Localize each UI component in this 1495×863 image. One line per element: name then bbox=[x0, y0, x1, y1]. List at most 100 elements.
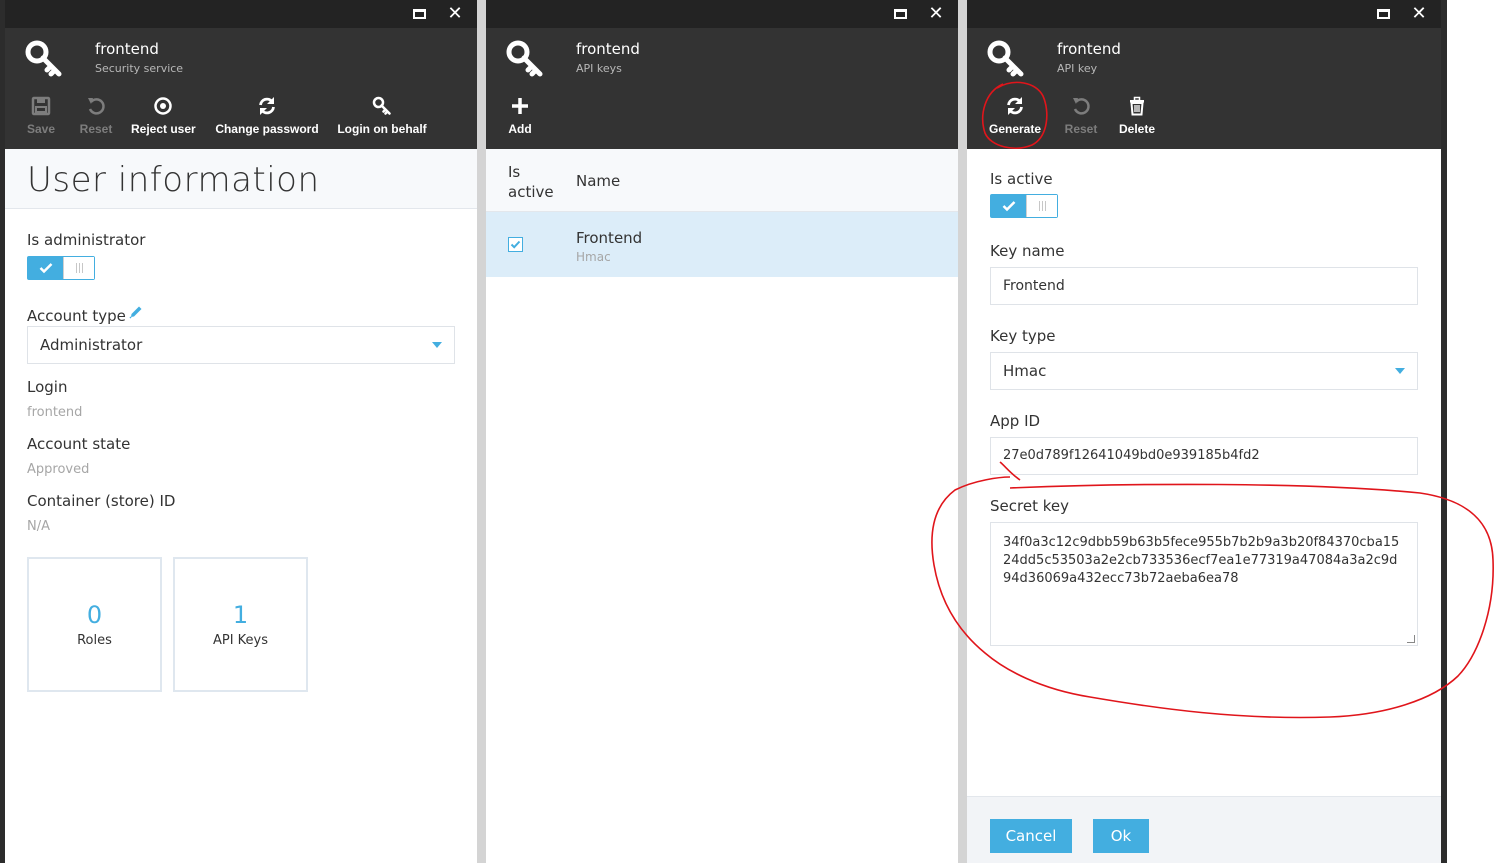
maximize-button[interactable] bbox=[1373, 4, 1393, 24]
refresh-icon bbox=[259, 97, 275, 115]
save-label: Save bbox=[26, 122, 56, 136]
delete-label: Delete bbox=[1118, 122, 1156, 136]
blade-content: Is active Key name Frontend Key type Hma… bbox=[967, 149, 1441, 863]
blade-title: frontend bbox=[95, 40, 159, 58]
row-name: Frontend bbox=[576, 229, 643, 247]
login-value: frontend bbox=[27, 405, 83, 420]
blade-toolbar: Generate Reset Delete bbox=[967, 90, 1441, 149]
account-type-select[interactable]: Administrator bbox=[27, 326, 455, 364]
blade-topbar: ✕ bbox=[486, 0, 958, 28]
undo-icon bbox=[1073, 98, 1090, 115]
roles-tile[interactable]: 0 Roles bbox=[27, 557, 162, 692]
delete-button[interactable]: Delete bbox=[1115, 96, 1159, 136]
blade-separator bbox=[958, 0, 967, 863]
target-icon bbox=[154, 97, 172, 115]
blade-header: frontend API keys bbox=[486, 28, 958, 90]
container-id-value: N/A bbox=[27, 519, 50, 534]
is-active-toggle[interactable] bbox=[990, 194, 1058, 218]
blade-header: frontend API key bbox=[967, 28, 1441, 90]
blade-toolbar: Save Reset Reject user Change password L… bbox=[5, 90, 477, 149]
page-title: User information bbox=[5, 149, 477, 209]
reset-label: Reset bbox=[79, 122, 113, 136]
column-header-name[interactable]: Name bbox=[576, 172, 620, 190]
is-administrator-toggle[interactable] bbox=[27, 256, 95, 280]
ok-button[interactable]: Ok bbox=[1093, 819, 1149, 853]
key-name-field[interactable]: Frontend bbox=[990, 267, 1418, 305]
close-button[interactable]: ✕ bbox=[926, 4, 946, 24]
generate-label: Generate bbox=[988, 122, 1042, 136]
key-icon bbox=[506, 40, 543, 77]
reset-button[interactable]: Reset bbox=[75, 96, 117, 136]
reject-user-button[interactable]: Reject user bbox=[131, 96, 196, 136]
refresh-icon bbox=[1007, 97, 1023, 115]
maximize-button[interactable] bbox=[409, 4, 429, 24]
maximize-icon bbox=[893, 8, 907, 19]
close-icon: ✕ bbox=[1411, 3, 1427, 24]
chevron-down-icon bbox=[1395, 368, 1405, 374]
save-icon bbox=[31, 96, 51, 116]
maximize-icon bbox=[412, 8, 426, 19]
api-keys-tile[interactable]: 1 API Keys bbox=[173, 557, 308, 692]
reset-button[interactable]: Reset bbox=[1060, 96, 1102, 136]
save-button[interactable]: Save bbox=[21, 96, 61, 136]
blade-api-keys: ✕ frontend API keys Add Is active Name F… bbox=[486, 0, 958, 863]
account-type-value: Administrator bbox=[40, 336, 143, 354]
reset-label: Reset bbox=[1064, 122, 1098, 136]
close-icon: ✕ bbox=[447, 3, 463, 24]
is-administrator-label: Is administrator bbox=[27, 231, 146, 249]
is-active-checkbox[interactable] bbox=[508, 237, 523, 252]
app-id-field[interactable]: 27e0d789f12641049bd0e939185b4fd2 bbox=[990, 437, 1418, 475]
blade-security-service: ✕ frontend Security service Save Reset R… bbox=[0, 0, 477, 863]
stage: ✕ frontend Security service Save Reset R… bbox=[0, 0, 1495, 863]
account-state-label: Account state bbox=[27, 435, 131, 453]
grid-header: Is active Name bbox=[486, 149, 958, 212]
key-icon bbox=[987, 40, 1024, 77]
is-active-label: Is active bbox=[990, 170, 1053, 188]
account-state-value: Approved bbox=[27, 462, 90, 477]
resize-handle-icon[interactable] bbox=[1407, 635, 1415, 643]
trash-icon bbox=[1130, 96, 1144, 116]
maximize-icon bbox=[1376, 8, 1390, 19]
blade-header: frontend Security service bbox=[5, 28, 477, 90]
table-row[interactable]: Frontend Hmac bbox=[486, 212, 958, 277]
column-header-is-active[interactable]: Is active bbox=[508, 162, 558, 202]
change-password-button[interactable]: Change password bbox=[215, 96, 319, 136]
blade-content: Is active Name Frontend Hmac bbox=[486, 149, 958, 863]
key-icon bbox=[372, 96, 391, 115]
secret-key-textarea[interactable]: 34f0a3c12c9dbb59b63b5fece955b7b2b9a3b20f… bbox=[990, 522, 1418, 646]
add-button[interactable]: Add bbox=[502, 96, 538, 136]
login-on-behalf-label: Login on behalf bbox=[337, 122, 427, 136]
plus-icon bbox=[512, 98, 528, 114]
blade-title: frontend bbox=[576, 40, 640, 58]
close-icon: ✕ bbox=[928, 3, 944, 24]
blade-title: frontend bbox=[1057, 40, 1121, 58]
generate-button[interactable]: Generate bbox=[987, 96, 1043, 136]
pencil-icon[interactable] bbox=[129, 305, 143, 319]
blade-content: User information Is administrator Accoun… bbox=[5, 149, 477, 863]
secret-key-value: 34f0a3c12c9dbb59b63b5fece955b7b2b9a3b20f… bbox=[1003, 535, 1400, 586]
blade-footer: Cancel Ok bbox=[967, 796, 1441, 863]
blade-topbar: ✕ bbox=[5, 0, 477, 28]
key-icon bbox=[25, 40, 62, 77]
blade-api-key: ✕ frontend API key Generate Reset Delete bbox=[967, 0, 1447, 863]
blade-separator bbox=[477, 0, 486, 863]
roles-count: 0 bbox=[86, 601, 103, 629]
close-button[interactable]: ✕ bbox=[1409, 4, 1429, 24]
checkmark-icon bbox=[1002, 201, 1016, 212]
key-type-label: Key type bbox=[990, 327, 1056, 345]
row-type: Hmac bbox=[576, 250, 611, 264]
change-password-label: Change password bbox=[215, 122, 319, 136]
close-button[interactable]: ✕ bbox=[445, 4, 465, 24]
undo-icon bbox=[88, 98, 105, 115]
api-keys-caption: API Keys bbox=[212, 633, 269, 648]
login-label: Login bbox=[27, 378, 68, 396]
key-type-select[interactable]: Hmac bbox=[990, 352, 1418, 390]
add-label: Add bbox=[508, 122, 532, 136]
maximize-button[interactable] bbox=[890, 4, 910, 24]
app-id-label: App ID bbox=[990, 412, 1041, 430]
checkmark-icon bbox=[39, 263, 53, 274]
cancel-button[interactable]: Cancel bbox=[990, 819, 1072, 853]
blade-topbar: ✕ bbox=[967, 0, 1441, 28]
login-on-behalf-button[interactable]: Login on behalf bbox=[337, 96, 427, 136]
blade-subtitle: API key bbox=[1057, 62, 1098, 75]
